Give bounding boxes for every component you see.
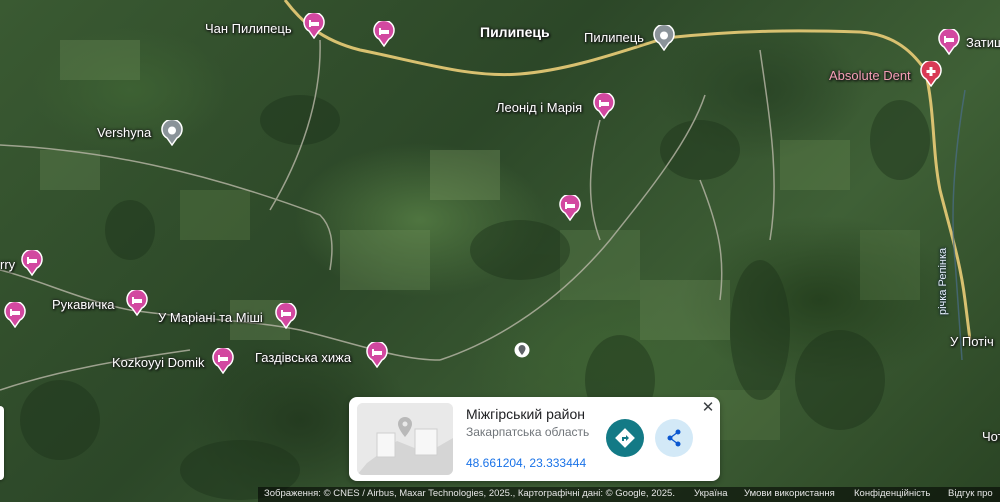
bed-icon [366, 342, 388, 368]
bed-icon [126, 290, 148, 316]
country-link[interactable]: Україна [694, 488, 728, 499]
place-label-kozkovyi-domik[interactable]: Kozkoyyi Domik [112, 355, 204, 370]
privacy-link[interactable]: Конфіденційність [854, 488, 930, 499]
place-pin-vershyna[interactable] [161, 120, 183, 146]
hotel-pin-rry[interactable] [21, 250, 43, 276]
place-label-u-potich[interactable]: У Потіч [950, 334, 994, 349]
place-label-rry[interactable]: rry [0, 257, 15, 272]
place-label-vershyna[interactable]: Vershyna [97, 125, 151, 140]
bed-icon [938, 29, 960, 55]
hotel-pin-gazdivska[interactable] [366, 342, 388, 368]
hotel-pin-kozkovyi-domik[interactable] [212, 348, 234, 374]
river-label: річка Репінка [937, 247, 949, 315]
bed-icon [559, 195, 581, 221]
hotel-pin-u-mariani[interactable] [275, 303, 297, 329]
map-footer: Зображення: © CNES / Airbus, Maxar Techn… [258, 487, 1000, 502]
place-label-u-mariani[interactable]: У Маріані та Міші [158, 310, 263, 325]
hotel-pin-chan-pylypets[interactable] [303, 13, 325, 39]
place-label-zatyshok[interactable]: Затиш [966, 35, 1000, 50]
place-subtitle: Закарпатська область [466, 425, 590, 439]
location-pin-icon [514, 342, 530, 358]
imagery-attribution: Зображення: © CNES / Airbus, Maxar Techn… [264, 488, 675, 499]
circle-dot-icon [161, 120, 183, 146]
place-label-chan-pylypets[interactable]: Чан Пилипець [205, 21, 292, 36]
bed-icon [21, 250, 43, 276]
place-label-chot[interactable]: Чот [982, 429, 1000, 444]
bed-icon [593, 93, 615, 119]
hotel-pin-zatyshok[interactable] [938, 29, 960, 55]
dropped-pin[interactable] [514, 342, 530, 360]
share-button[interactable] [655, 419, 693, 457]
place-coordinates[interactable]: 48.661204, 23.333444 [466, 456, 586, 470]
directions-button[interactable] [606, 419, 644, 457]
place-label-gazdivska[interactable]: Газдівська хижа [255, 350, 351, 365]
share-icon [667, 429, 681, 447]
hotel-pin-4[interactable] [559, 195, 581, 221]
street-view-placeholder-icon [357, 403, 453, 475]
collapsed-panel-tab[interactable] [0, 406, 4, 480]
street-view-thumbnail[interactable] [357, 403, 453, 475]
bed-icon [275, 303, 297, 329]
bed-icon [373, 21, 395, 47]
bed-icon [303, 13, 325, 39]
village-label-pylypets[interactable]: Пилипець [480, 24, 550, 40]
satellite-map[interactable]: Чан Пилипець Пилипець Пилипець Леонід і … [0, 0, 1000, 502]
medical-cross-icon [920, 61, 942, 87]
bed-icon [212, 348, 234, 374]
hotel-pin-rukavychka[interactable] [126, 290, 148, 316]
close-icon[interactable]: ✕ [699, 399, 717, 417]
hotel-pin-left-edge[interactable] [4, 302, 26, 328]
place-label-pylypets[interactable]: Пилипець [584, 30, 644, 45]
directions-arrow-icon [615, 428, 635, 448]
bed-icon [4, 302, 26, 328]
place-label-leonid-mariia[interactable]: Леонід і Марія [496, 100, 582, 115]
hotel-pin-2[interactable] [373, 21, 395, 47]
hospital-pin-absolute-dent[interactable] [920, 61, 942, 87]
place-label-rukavychka[interactable]: Рукавичка [52, 297, 115, 312]
place-title: Міжгірський район [466, 406, 585, 422]
terms-link[interactable]: Умови використання [744, 488, 835, 499]
circle-dot-icon [653, 25, 675, 51]
place-label-absolute-dent[interactable]: Absolute Dent [829, 68, 911, 83]
feedback-link[interactable]: Відгук про [948, 488, 993, 499]
hotel-pin-leonid-mariia[interactable] [593, 93, 615, 119]
place-pin-pylypets[interactable] [653, 25, 675, 51]
place-info-card[interactable]: Міжгірський район Закарпатська область 4… [349, 397, 720, 481]
